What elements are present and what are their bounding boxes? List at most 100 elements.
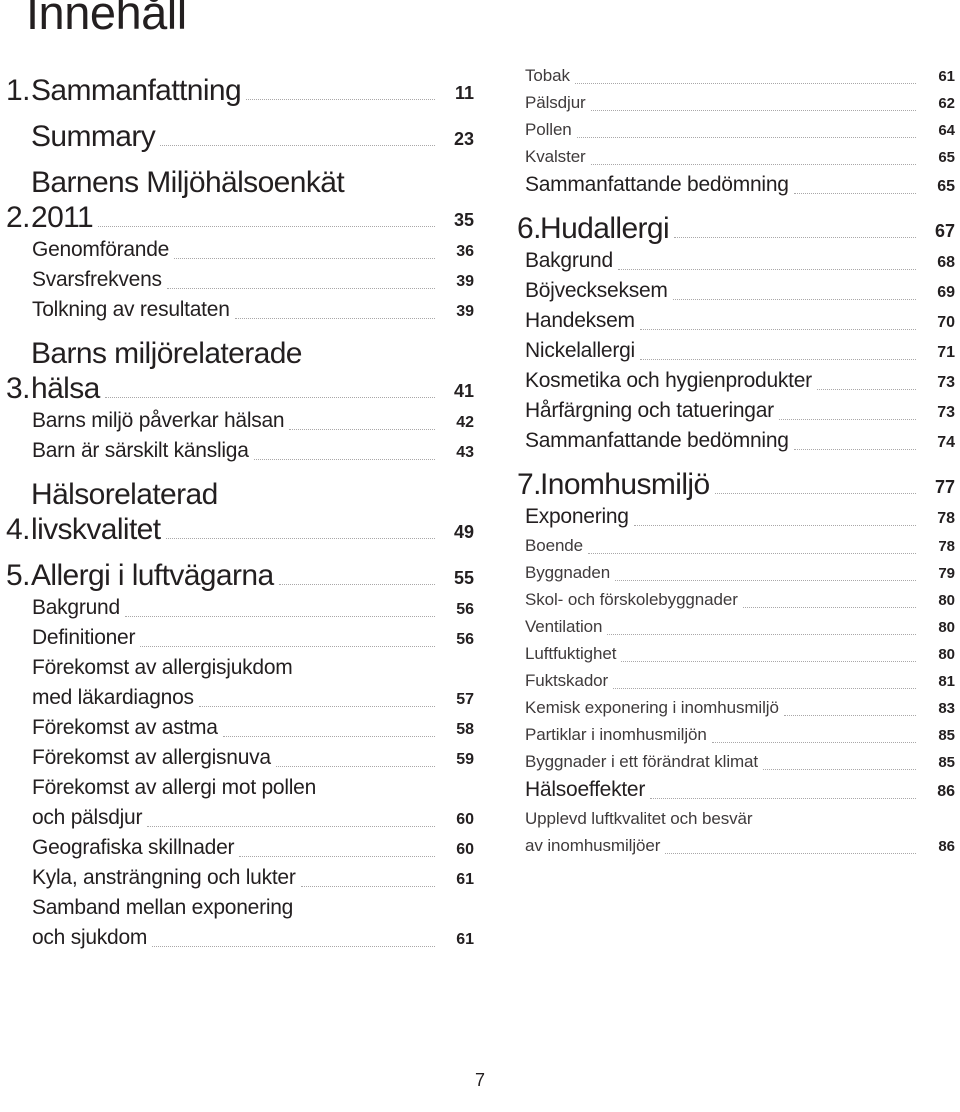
- toc-entry-allergi-i-luftvagarna[interactable]: 5. Allergi i luftvägarna 55: [6, 558, 474, 593]
- toc-entry-tobak[interactable]: Tobak 61: [517, 62, 955, 89]
- toc-entry-forekomst-av-allergi-mot-pollen-och-palsdjur[interactable]: Förekomst av allergi mot pollen och pälsd…: [6, 773, 474, 833]
- toc-entry-line: hälsa 41: [31, 371, 474, 406]
- toc-entry-label: Byggnader i ett förändrat klimat: [525, 752, 759, 771]
- toc-entry-label: Hälsorelaterad: [31, 478, 218, 511]
- toc-entry-label: Upplevd luftkvalitet och besvär: [525, 809, 753, 828]
- toc-entry-barns-miljorelaterade-halsa[interactable]: 3. Barns miljörelaterade hälsa 41: [6, 336, 474, 406]
- toc-entry-pollen[interactable]: Pollen 64: [517, 116, 955, 143]
- dot-leader: [665, 853, 916, 854]
- toc-page-number: 58: [456, 721, 474, 738]
- toc-entry-forekomst-av-astma[interactable]: Förekomst av astma 58: [6, 713, 474, 743]
- toc-entry-forekomst-av-allergisjukdom-med-lakardiagnos[interactable]: Förekomst av allergisjukdom med läkardiag…: [6, 653, 474, 713]
- toc-entry-label: Skol- och förskolebyggnader: [525, 590, 738, 609]
- toc-entry-label: Bakgrund: [525, 249, 613, 272]
- toc-page-number: 85: [938, 727, 955, 744]
- toc-entry-bakgrund[interactable]: Bakgrund 56: [6, 593, 474, 623]
- dot-leader: [588, 553, 916, 554]
- toc-page-number: 73: [937, 404, 955, 421]
- dot-leader: [98, 226, 435, 227]
- toc-page-number: 65: [938, 149, 955, 166]
- toc-page-number: 55: [453, 568, 474, 588]
- toc-entry-halsorelaterad-livskvalitet[interactable]: 4. Hälsorelaterad livskvalitet 49: [6, 477, 474, 547]
- toc-page-number: 86: [937, 783, 955, 800]
- toc-entry-sammanfattande-bedomning[interactable]: Sammanfattande bedömning 65: [517, 170, 955, 200]
- toc-entry-barnens-miljohalsoenkat-2011[interactable]: 2. Barnens Miljöhälsoenkät 2011 35: [6, 165, 474, 235]
- toc-entry-exponering[interactable]: Exponering 78: [517, 502, 955, 532]
- toc-entry-line: Förekomst av allergi mot pollen: [32, 773, 474, 803]
- toc-entry-label: Hudallergi: [540, 212, 670, 245]
- dot-leader: [783, 715, 916, 716]
- dot-leader: [714, 493, 916, 494]
- toc-entry-forekomst-av-allergisnuva[interactable]: Förekomst av allergisnuva 59: [6, 743, 474, 773]
- toc-entry-partiklar-i-inomhusmiljon[interactable]: Partiklar i inomhusmiljön 85: [517, 721, 955, 748]
- toc-entry-label: Pälsdjur: [525, 93, 586, 112]
- toc-page-number: 61: [938, 68, 955, 85]
- toc-entry-geografiska-skillnader[interactable]: Geografiska skillnader 60: [6, 833, 474, 863]
- toc-entry-palsdjur[interactable]: Pälsdjur 62: [517, 89, 955, 116]
- toc-entry-bakgrund[interactable]: Bakgrund 68: [517, 246, 955, 276]
- toc-page-number: 81: [938, 673, 955, 690]
- toc-entry-barn-ar-sarskilt-kansliga[interactable]: Barn är särskilt känsliga 43: [6, 436, 474, 466]
- toc-entry-label: Barnens Miljöhälsoenkät: [31, 166, 345, 199]
- toc-entry-genomforande[interactable]: Genomförande 36: [6, 235, 474, 265]
- toc-entry-ventilation[interactable]: Ventilation 80: [517, 613, 955, 640]
- toc-entry-hudallergi[interactable]: 6. Hudallergi 67: [517, 211, 955, 246]
- toc-entry-label: Summary: [31, 120, 156, 153]
- toc-entry-kvalster[interactable]: Kvalster 65: [517, 143, 955, 170]
- toc-entry-line: Inomhusmiljö 77: [540, 467, 955, 502]
- toc-entry-samband-mellan-exponering-och-sjukdom[interactable]: Samband mellan exponering och sjukdom 61: [6, 893, 474, 953]
- toc-entry-line: och pälsdjur 60: [32, 803, 474, 833]
- toc-page-number: 70: [937, 314, 955, 331]
- toc-entry-luftfuktighet[interactable]: Luftfuktighet 80: [517, 640, 955, 667]
- toc-entry-halsoeffekter[interactable]: Hälsoeffekter 86: [517, 775, 955, 805]
- toc-entry-definitioner[interactable]: Definitioner 56: [6, 623, 474, 653]
- toc-page-number: 56: [456, 601, 474, 618]
- toc-entry-label: Svarsfrekvens: [32, 268, 162, 291]
- toc-entry-skol-och-forskolebyggnader[interactable]: Skol- och förskolebyggnader 80: [517, 586, 955, 613]
- toc-entry-bojveckseksem[interactable]: Böjveckseksem 69: [517, 276, 955, 306]
- toc-page-number: 41: [453, 381, 474, 401]
- toc-entry-line: Upplevd luftkvalitet och besvär: [525, 805, 955, 832]
- toc-entry-kyla-anstrangning-och-lukter[interactable]: Kyla, ansträngning och lukter 61: [6, 863, 474, 893]
- toc-entry-body: Barns miljörelaterade hälsa 41: [31, 336, 474, 406]
- toc-entry-label: Barns miljörelaterade: [31, 337, 302, 370]
- toc-page-number: 78: [938, 538, 955, 555]
- toc-entry-barns-miljo-paverkar-halsan[interactable]: Barns miljö påverkar hälsan 42: [6, 406, 474, 436]
- dot-leader: [104, 397, 435, 398]
- toc-entry-line: Förekomst av allergisjukdom: [32, 653, 474, 683]
- toc-page-number: 71: [937, 344, 955, 361]
- toc-entry-byggnaden[interactable]: Byggnaden 79: [517, 559, 955, 586]
- toc-entry-kemisk-exponering-i-inomhusmiljo[interactable]: Kemisk exponering i inomhusmiljö 83: [517, 694, 955, 721]
- toc-entry-nickelallergi[interactable]: Nickelallergi 71: [517, 336, 955, 366]
- dot-leader: [152, 946, 435, 947]
- toc-entry-sammanfattning[interactable]: 1. Sammanfattning 11: [6, 73, 474, 108]
- toc-entry-handeksem[interactable]: Handeksem 70: [517, 306, 955, 336]
- toc-entry-boende[interactable]: Boende 78: [517, 532, 955, 559]
- toc-entry-sammanfattande-bedomning[interactable]: Sammanfattande bedömning 74: [517, 426, 955, 456]
- toc-entry-summary[interactable]: Summary 23: [6, 119, 474, 154]
- toc-entry-line: livskvalitet 49: [31, 512, 474, 547]
- toc-page-number: 11: [454, 83, 474, 103]
- toc-entry-body: Inomhusmiljö 77: [540, 467, 955, 502]
- dot-leader: [576, 137, 916, 138]
- toc-entry-byggnader-i-ett-forandrat-klimat[interactable]: Byggnader i ett förändrat klimat 85: [517, 748, 955, 775]
- dot-leader: [639, 329, 916, 330]
- dot-leader: [124, 616, 435, 617]
- toc-entry-harfargning-och-tatueringar[interactable]: Hårfärgning och tatueringar 73: [517, 396, 955, 426]
- toc-entry-label: Förekomst av allergisjukdom: [32, 656, 293, 679]
- dot-leader: [607, 634, 916, 635]
- dot-leader: [763, 769, 916, 770]
- dot-leader: [778, 419, 916, 420]
- toc-entry-upplevd-luftkvalitet-och-besvar-av-inomhusmiljoe[interactable]: Upplevd luftkvalitet och besvär av inomhu…: [517, 805, 955, 859]
- dot-leader: [615, 580, 916, 581]
- toc-entry-line: Sammanfattning 11: [31, 73, 474, 108]
- toc-entry-fuktskador[interactable]: Fuktskador 81: [517, 667, 955, 694]
- dot-leader: [742, 607, 916, 608]
- toc-entry-label: Förekomst av allergi mot pollen: [32, 776, 317, 799]
- toc-entry-svarsfrekvens[interactable]: Svarsfrekvens 39: [6, 265, 474, 295]
- toc-entry-kosmetika-och-hygienprodukter[interactable]: Kosmetika och hygienprodukter 73: [517, 366, 955, 396]
- toc-entry-label: livskvalitet: [31, 513, 161, 546]
- toc-entry-label: Kyla, ansträngning och lukter: [32, 866, 296, 889]
- toc-entry-inomhusmiljo[interactable]: 7. Inomhusmiljö 77: [517, 467, 955, 502]
- toc-entry-tolkning-av-resultaten[interactable]: Tolkning av resultaten 39: [6, 295, 474, 325]
